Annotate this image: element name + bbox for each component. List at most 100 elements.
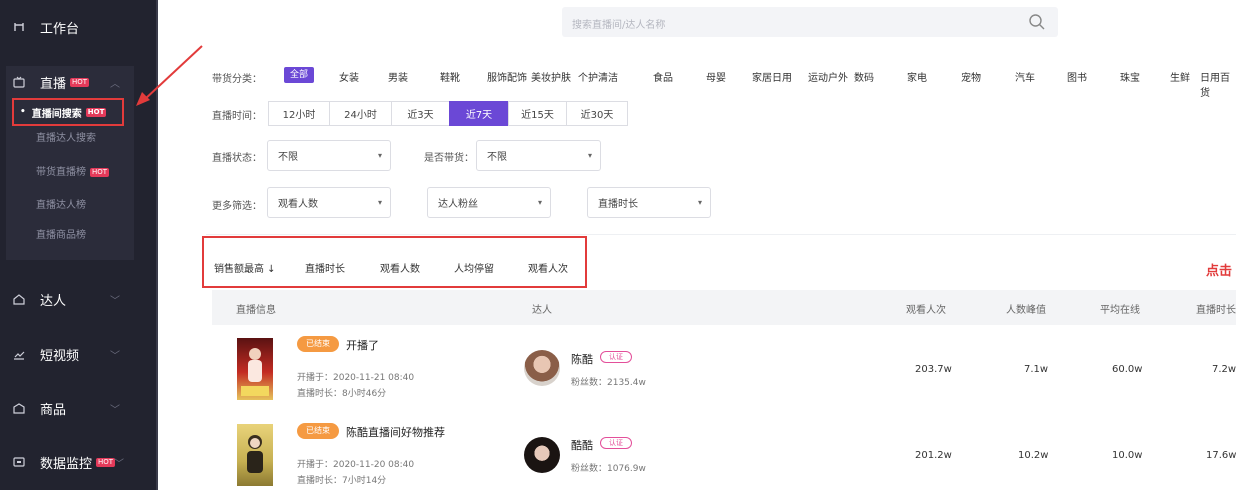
category-option-all[interactable]: 全部 — [284, 67, 314, 83]
column-header-duration[interactable]: 直播时长 — [1196, 301, 1236, 316]
time-filter-label: 直播时间： — [212, 111, 262, 122]
anchor-badge: 认证 — [600, 351, 632, 363]
chevron-down-icon: ▾ — [377, 198, 382, 207]
anchor-fans: 粉丝数：1076.9w — [571, 464, 646, 474]
category-option[interactable]: 宠物 — [961, 69, 981, 84]
chevron-down-icon: ﹀ — [110, 404, 120, 416]
live-status-select[interactable]: 不限 ▾ — [267, 140, 391, 171]
live-duration: 直播时长：8小时46分 — [297, 389, 387, 399]
time-option[interactable]: 12小时 — [268, 101, 330, 126]
live-title[interactable]: 陈酷直播间好物推荐 — [346, 424, 445, 440]
table-header — [212, 290, 1236, 325]
category-option[interactable]: 珠宝 — [1120, 69, 1140, 84]
search-bar[interactable]: 搜索直播间/达人名称 — [562, 7, 1058, 37]
monitor-icon — [12, 455, 26, 469]
live-icon — [12, 75, 26, 89]
category-option[interactable]: 个护清洁 — [578, 69, 618, 84]
category-option[interactable]: 男装 — [388, 69, 408, 84]
anchor-name[interactable]: 陈酷 — [571, 351, 593, 367]
cell-viewers: 201.2w — [915, 450, 952, 461]
select-value: 不限 — [487, 152, 507, 163]
sidebar-item-label: 直播 — [40, 76, 67, 92]
live-cover-image[interactable] — [237, 424, 273, 486]
sidebar-item-monitor[interactable]: 数据监控 HOT ﹀ — [0, 448, 150, 476]
sidebar-subitem-live-talent-search[interactable]: 直播达人搜索 — [36, 132, 96, 146]
column-header-peak[interactable]: 人数峰值 — [1006, 301, 1046, 316]
time-option[interactable]: 24小时 — [329, 101, 392, 126]
avatar[interactable] — [524, 350, 560, 386]
viewers-select[interactable]: 观看人数 ▾ — [267, 187, 391, 218]
category-option[interactable]: 数码 — [854, 69, 874, 84]
video-icon — [12, 347, 26, 361]
sidebar-subitem-live-talent-rank[interactable]: 直播达人榜 — [36, 199, 86, 213]
annotation-arrow-icon — [136, 45, 203, 106]
category-option[interactable]: 服饰配饰 — [487, 69, 527, 84]
goods-filter-label: 是否带货： — [424, 153, 474, 164]
time-option[interactable]: 近30天 — [566, 101, 628, 126]
cell-duration: 7.2w — [1212, 364, 1236, 375]
sidebar-subitem-goods-live-rank[interactable]: 带货直播榜 HOT — [36, 166, 110, 180]
cell-peak: 10.2w — [1018, 450, 1049, 461]
category-option[interactable]: 食品 — [653, 69, 673, 84]
sidebar-item-label: 商品 — [40, 402, 67, 418]
live-start-time: 开播于：2020-11-20 08:40 — [297, 460, 415, 470]
cell-duration: 17.6w — [1206, 450, 1236, 461]
time-option[interactable]: 近7天 — [449, 101, 509, 126]
sort-by-views[interactable]: 观看人次 — [528, 260, 568, 275]
category-option[interactable]: 家电 — [907, 69, 927, 84]
sort-by-sales[interactable]: 销售额最高 ↓ — [214, 260, 276, 275]
fans-select[interactable]: 达人粉丝 ▾ — [427, 187, 551, 218]
category-option[interactable]: 家居日用 — [752, 69, 792, 84]
sidebar-item-goods[interactable]: 商品 ﹀ — [0, 394, 150, 422]
anchor-badge: 认证 — [600, 437, 632, 449]
duration-select[interactable]: 直播时长 ▾ — [587, 187, 711, 218]
avatar[interactable] — [524, 437, 560, 473]
category-option[interactable]: 女装 — [339, 69, 359, 84]
column-header-viewers[interactable]: 观看人次 — [906, 301, 946, 316]
divider — [206, 234, 1236, 235]
select-value: 不限 — [278, 152, 298, 163]
column-header-avg-online[interactable]: 平均在线 — [1100, 301, 1140, 316]
sidebar-subitem-live-goods-rank[interactable]: 直播商品榜 — [36, 229, 86, 243]
cell-avg-online: 60.0w — [1112, 364, 1143, 375]
sidebar-item-workbench[interactable]: 工作台 — [0, 13, 150, 41]
chevron-down-icon: ▾ — [537, 198, 542, 207]
bag-icon — [12, 401, 26, 415]
sidebar-item-short-video[interactable]: 短视频 ﹀ — [0, 340, 150, 368]
live-duration: 直播时长：7小时14分 — [297, 476, 387, 486]
cell-peak: 7.1w — [1024, 364, 1049, 375]
category-option[interactable]: 美妆护肤 — [531, 69, 571, 84]
click-hint-text: 点击 — [1206, 264, 1233, 279]
category-option[interactable]: 母婴 — [706, 69, 726, 84]
sidebar-item-label: 达人 — [40, 293, 67, 309]
category-option[interactable]: 日用百货 — [1200, 69, 1236, 99]
category-option[interactable]: 鞋靴 — [440, 69, 460, 84]
search-input[interactable]: 搜索直播间/达人名称 — [572, 16, 665, 31]
anchor-name[interactable]: 酷酷 — [571, 437, 593, 453]
category-option[interactable]: 汽车 — [1015, 69, 1035, 84]
time-option[interactable]: 近15天 — [508, 101, 567, 126]
bullet-icon: • — [20, 107, 26, 117]
cell-viewers: 203.7w — [915, 364, 952, 375]
sidebar-subitem-live-room-search[interactable]: • 直播间搜索 HOT — [12, 98, 124, 126]
goods-select[interactable]: 不限 ▾ — [476, 140, 601, 171]
hot-badge: HOT — [85, 107, 107, 117]
live-cover-image[interactable] — [237, 338, 273, 400]
category-option[interactable]: 运动户外 — [808, 69, 848, 84]
sort-by-stay[interactable]: 人均停留 — [454, 260, 494, 275]
select-value: 观看人数 — [278, 199, 318, 210]
sidebar-item-talent[interactable]: 达人 ﹀ — [0, 285, 150, 313]
sidebar-subitem-label: 直播间搜索 — [31, 108, 82, 120]
sidebar-item-label: 工作台 — [40, 21, 80, 37]
sort-by-duration[interactable]: 直播时长 — [305, 260, 345, 275]
sort-by-viewers[interactable]: 观看人数 — [380, 260, 420, 275]
search-icon[interactable] — [1028, 13, 1046, 31]
category-option[interactable]: 图书 — [1067, 69, 1087, 84]
category-option[interactable]: 生鲜 — [1170, 69, 1190, 84]
hot-badge: HOT — [70, 77, 90, 87]
live-status-label: 直播状态： — [212, 153, 262, 164]
sidebar-item-live[interactable]: 直播 HOT ︿ — [0, 68, 150, 96]
chevron-down-icon: ▾ — [587, 151, 592, 160]
time-option[interactable]: 近3天 — [391, 101, 450, 126]
live-title[interactable]: 开播了 — [346, 337, 379, 353]
